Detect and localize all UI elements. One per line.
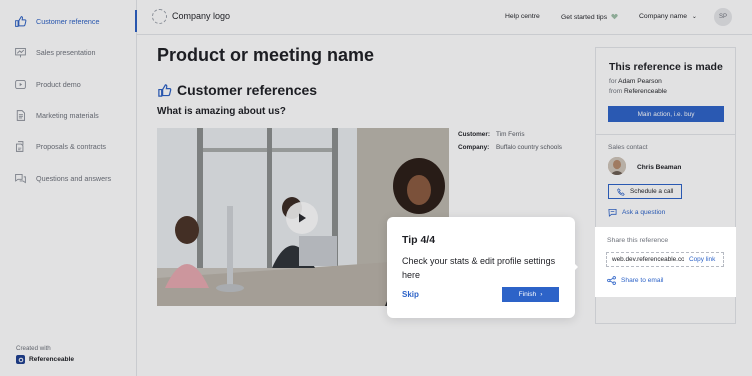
tip-title: Tip 4/4 bbox=[402, 234, 436, 246]
copy-link-button[interactable]: Copy link bbox=[689, 256, 715, 263]
share-heading: Share this reference bbox=[607, 237, 669, 244]
share-email-link[interactable]: Share to email bbox=[607, 276, 664, 285]
onboarding-tip-popover: Tip 4/4 Check your stats & edit profile … bbox=[387, 217, 575, 318]
finish-button[interactable]: Finish › bbox=[502, 287, 559, 302]
share-email-label: Share to email bbox=[621, 277, 664, 284]
share-icon bbox=[607, 276, 616, 285]
skip-button[interactable]: Skip bbox=[402, 290, 419, 299]
tip-body: Check your stats & edit profile settings… bbox=[402, 256, 556, 280]
share-url: web.dev.referenceable.com bbox=[612, 256, 684, 263]
tour-overlay bbox=[0, 0, 752, 376]
chevron-right-icon: › bbox=[540, 291, 543, 298]
share-link-field[interactable]: web.dev.referenceable.com Copy link bbox=[606, 252, 724, 267]
tip-pointer bbox=[572, 261, 578, 273]
share-reference-section: Share this reference web.dev.referenceab… bbox=[595, 227, 736, 297]
finish-label: Finish bbox=[518, 291, 537, 298]
